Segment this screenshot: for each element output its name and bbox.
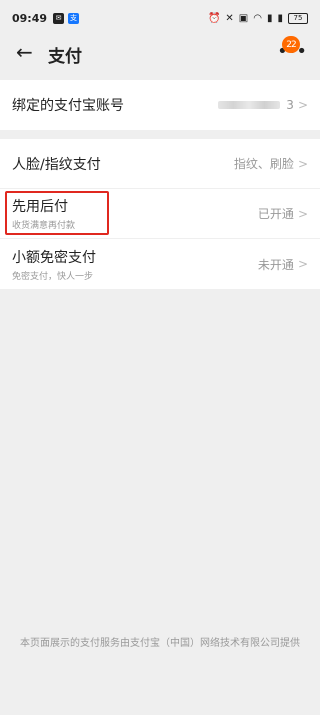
account-tail: 3 — [286, 98, 294, 112]
back-arrow-icon[interactable]: ← — [16, 40, 33, 64]
chevron-right-icon: > — [297, 98, 308, 112]
notification-app-icon: ✉ — [53, 12, 65, 24]
wifi-icon: ◠ — [253, 12, 262, 24]
pay-later-row[interactable]: 先用后付 收货满意再付款 已开通 > — [0, 189, 320, 239]
row-value: 未开通 — [257, 257, 294, 272]
mute-icon: ✕ — [225, 12, 234, 24]
row-subtitle: 免密支付，快人一步 — [12, 271, 94, 282]
chevron-right-icon: > — [297, 206, 308, 221]
notification-count-badge: 22 — [282, 36, 300, 53]
payment-methods-card: 人脸/指纹支付 指纹、刷脸 > 先用后付 收货满意再付款 已开通 > 小额免密支… — [0, 139, 320, 289]
status-system-icons: ⏰ ✕ ▣ ◠ ▮ ▮ 75 — [207, 12, 308, 24]
row-main: 绑定的支付宝账号 — [12, 95, 218, 115]
service-provider-footer: 本页面展示的支付服务由支付宝（中国）网络技术有限公司提供 — [20, 638, 300, 649]
page-title: 支付 — [48, 47, 82, 67]
signal-icon: ▮ — [277, 12, 283, 24]
row-main: 人脸/指纹支付 — [12, 154, 234, 174]
nav-header: ← 支付 ••• 22 — [0, 36, 320, 68]
highlight-box — [5, 191, 109, 235]
password-free-pay-row[interactable]: 小额免密支付 免密支付，快人一步 未开通 > — [0, 239, 320, 289]
alarm-icon: ⏰ — [207, 12, 221, 24]
chevron-right-icon: > — [297, 257, 308, 271]
masked-account-value — [218, 101, 281, 109]
row-main: 小额免密支付 免密支付，快人一步 — [12, 247, 258, 282]
alipay-account-label: 绑定的支付宝账号 — [12, 98, 124, 114]
row-label: 小额免密支付 — [12, 249, 96, 266]
row-value: 已开通 — [257, 207, 294, 221]
bound-alipay-account-row[interactable]: 绑定的支付宝账号 3 > — [0, 80, 320, 130]
more-options-icon[interactable]: ••• 22 — [277, 36, 307, 62]
alipay-account-card: 绑定的支付宝账号 3 > — [0, 80, 320, 130]
face-fingerprint-pay-row[interactable]: 人脸/指纹支付 指纹、刷脸 > — [0, 139, 320, 189]
row-value: 指纹、刷脸 — [233, 157, 294, 171]
status-app-icons: ✉ 支 — [53, 12, 80, 24]
hd-icon: ▣ — [238, 12, 249, 24]
row-label: 人脸/指纹支付 — [12, 156, 101, 173]
status-time: 09:49 — [12, 11, 48, 25]
signal-icon: ▮ — [266, 12, 273, 24]
chevron-right-icon: > — [297, 156, 308, 171]
alipay-notification-icon: 支 — [68, 12, 80, 24]
battery-icon: 75 — [288, 12, 308, 24]
status-bar: 09:49 ✉ 支 ⏰ ✕ ▣ ◠ ▮ ▮ 75 — [0, 0, 320, 36]
